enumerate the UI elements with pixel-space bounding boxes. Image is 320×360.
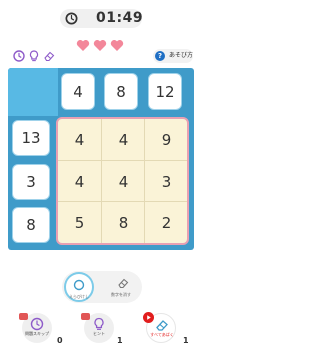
erase-number-label: 数字を消す bbox=[111, 292, 131, 297]
board-corner bbox=[8, 68, 58, 116]
column-clue: 8 bbox=[104, 73, 138, 110]
video-ad-icon bbox=[19, 313, 28, 320]
heart-icon bbox=[93, 40, 107, 51]
timer-value: 01:49 bbox=[96, 10, 144, 26]
skip-button[interactable]: 問題スキップ bbox=[19, 313, 52, 343]
select-erase-label: えらびけし bbox=[69, 294, 89, 299]
heart-icon bbox=[110, 40, 124, 51]
number-grid: 4 4 9 4 4 3 5 8 2 bbox=[56, 117, 189, 245]
grid-cell[interactable]: 8 bbox=[102, 202, 145, 243]
lightbulb-icon bbox=[29, 50, 39, 62]
skip-label: 問題スキップ bbox=[25, 331, 49, 336]
erase-number-mode-button[interactable]: 数字を消す bbox=[108, 272, 138, 302]
full-hint-button[interactable]: すべてあばく bbox=[143, 312, 176, 343]
question-icon: ? bbox=[155, 51, 165, 61]
row-clue: 8 bbox=[12, 207, 50, 243]
mode-toggle[interactable]: えらびけし 数字を消す bbox=[62, 271, 142, 303]
heart-icon bbox=[76, 40, 90, 51]
grid-cell[interactable]: 3 bbox=[145, 161, 187, 202]
eraser-icon bbox=[156, 320, 168, 331]
play-icon bbox=[143, 312, 154, 323]
grid-cell[interactable]: 4 bbox=[58, 119, 101, 160]
lives bbox=[76, 39, 124, 52]
grid-cell[interactable]: 2 bbox=[145, 202, 187, 243]
rules-label: あそび方 bbox=[169, 52, 194, 59]
clock-icon bbox=[30, 317, 44, 331]
column-clue: 4 bbox=[61, 73, 95, 110]
grid-cell[interactable]: 4 bbox=[102, 161, 145, 202]
video-ad-icon bbox=[81, 313, 90, 320]
clock-hint-icon bbox=[13, 50, 25, 62]
timer: 01:49 bbox=[60, 9, 144, 28]
eraser-icon bbox=[118, 278, 129, 289]
rules-button[interactable]: ? あそび方 bbox=[153, 49, 193, 63]
full-hint-label: すべてあばく bbox=[150, 332, 174, 337]
full-hint-count: 1 bbox=[183, 336, 189, 345]
grid-cell[interactable]: 4 bbox=[102, 119, 145, 160]
lightbulb-icon bbox=[94, 317, 104, 330]
grid-cell[interactable]: 9 bbox=[145, 119, 187, 160]
circle-select-icon bbox=[73, 279, 85, 291]
row-clue: 13 bbox=[12, 120, 50, 156]
hint-label: ヒント bbox=[93, 331, 105, 336]
column-clue: 12 bbox=[148, 73, 182, 110]
grid-cell[interactable]: 5 bbox=[58, 202, 101, 243]
hint-count: 1 bbox=[117, 336, 123, 345]
puzzle-board: 4 8 12 13 3 8 4 4 9 4 4 3 5 8 2 bbox=[8, 68, 194, 250]
eraser-icon bbox=[44, 51, 55, 62]
skip-count: 0 bbox=[57, 336, 63, 345]
row-clue: 3 bbox=[12, 164, 50, 200]
clock-icon bbox=[65, 12, 78, 25]
hint-button[interactable]: ヒント bbox=[81, 313, 114, 343]
grid-cell[interactable]: 4 bbox=[58, 161, 101, 202]
select-erase-mode-button[interactable]: えらびけし bbox=[64, 272, 94, 302]
